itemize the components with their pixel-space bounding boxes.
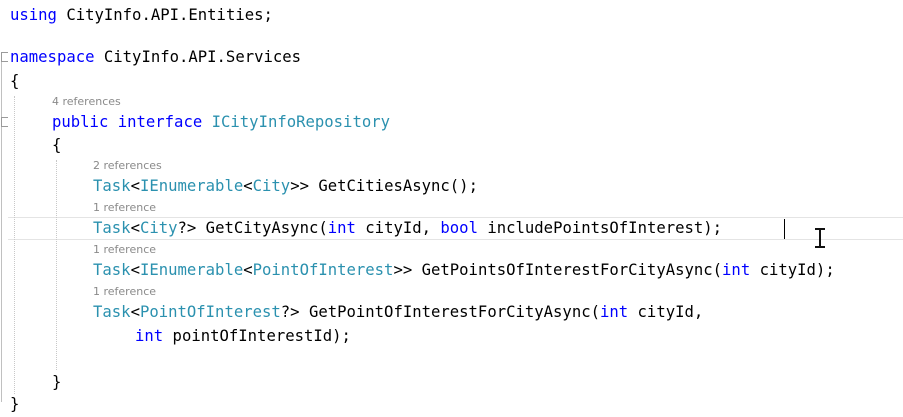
param-name: cityId); <box>750 261 835 279</box>
param-name: cityId, <box>355 219 441 237</box>
code-line-continuation[interactable]: int pointOfInterestId); <box>135 324 351 348</box>
interface-brace-open: { <box>52 136 62 154</box>
namespace-name: CityInfo.API.Services <box>94 48 302 66</box>
keyword-int: int <box>135 327 164 345</box>
code-line-interface[interactable]: public interface ICityInfoRepository <box>52 110 390 134</box>
keyword-interface: interface <box>108 113 212 131</box>
keyword-bool: bool <box>440 219 478 237</box>
code-punct: < <box>130 261 140 279</box>
codelens-references[interactable]: 1 reference <box>93 200 156 216</box>
type-point-of-interest: PointOfInterest <box>252 261 394 279</box>
type-point-of-interest: PointOfInterest <box>139 303 281 321</box>
type-ienumerable: IEnumerable <box>139 261 244 279</box>
type-city: City <box>252 177 291 195</box>
method-signature: ?> GetPointOfInterestForCityAsync( <box>280 303 600 321</box>
method-signature: >> GetCitiesAsync(); <box>290 177 478 195</box>
keyword-public: public <box>52 113 109 131</box>
keyword-using: using <box>10 6 57 24</box>
namespace-fold-line <box>1 62 2 402</box>
text-caret <box>784 219 785 239</box>
type-task: Task <box>93 177 131 195</box>
keyword-int: int <box>722 261 751 279</box>
namespace-brace-close: } <box>10 395 20 413</box>
interface-name: ICityInfoRepository <box>211 113 391 131</box>
code-editor[interactable]: using CityInfo.API.Entities; namespace C… <box>0 0 903 417</box>
keyword-int: int <box>327 219 356 237</box>
keyword-namespace: namespace <box>10 48 95 66</box>
type-task: Task <box>93 261 131 279</box>
code-line-method-current[interactable]: Task<City?> GetCityAsync(int cityId, boo… <box>93 216 722 240</box>
method-signature: >> GetPointsOfInterestForCityAsync( <box>393 261 723 279</box>
interface-fold-toggle[interactable] <box>1 117 8 127</box>
param-name: pointOfInterestId); <box>163 327 351 345</box>
codelens-references[interactable]: 1 reference <box>93 242 156 258</box>
param-name: includePointsOfInterest); <box>477 219 723 237</box>
code-punct: < <box>130 177 140 195</box>
ibeam-cursor-icon <box>814 228 826 248</box>
code-punct: < <box>243 261 253 279</box>
code-line-method[interactable]: Task<IEnumerable<City>> GetCitiesAsync()… <box>93 174 478 198</box>
indent-guide <box>14 96 15 394</box>
indent-guide <box>56 160 57 370</box>
type-city: City <box>139 219 178 237</box>
namespace-brace-open: { <box>10 72 20 90</box>
param-name: cityId, <box>628 303 704 321</box>
method-signature: ?> GetCityAsync( <box>177 219 328 237</box>
keyword-int: int <box>599 303 629 321</box>
namespace-fold-toggle[interactable] <box>1 52 8 62</box>
codelens-references[interactable]: 1 reference <box>93 284 156 300</box>
code-line-method[interactable]: Task<PointOfInterest?> GetPointOfInteres… <box>93 300 703 324</box>
interface-brace-close: } <box>52 373 62 391</box>
code-punct: < <box>130 219 140 237</box>
code-punct: < <box>130 303 140 321</box>
code-punct: < <box>243 177 253 195</box>
type-ienumerable: IEnumerable <box>139 177 244 195</box>
type-task: Task <box>93 219 131 237</box>
codelens-references[interactable]: 4 references <box>52 94 121 110</box>
codelens-references[interactable]: 2 references <box>93 158 162 174</box>
type-task: Task <box>93 303 131 321</box>
code-line-method[interactable]: Task<IEnumerable<PointOfInterest>> GetPo… <box>93 258 835 282</box>
code-line-using[interactable]: using CityInfo.API.Entities; <box>10 3 273 27</box>
code-line-namespace[interactable]: namespace CityInfo.API.Services <box>10 45 301 69</box>
namespace-name: CityInfo.API.Entities; <box>56 6 273 24</box>
